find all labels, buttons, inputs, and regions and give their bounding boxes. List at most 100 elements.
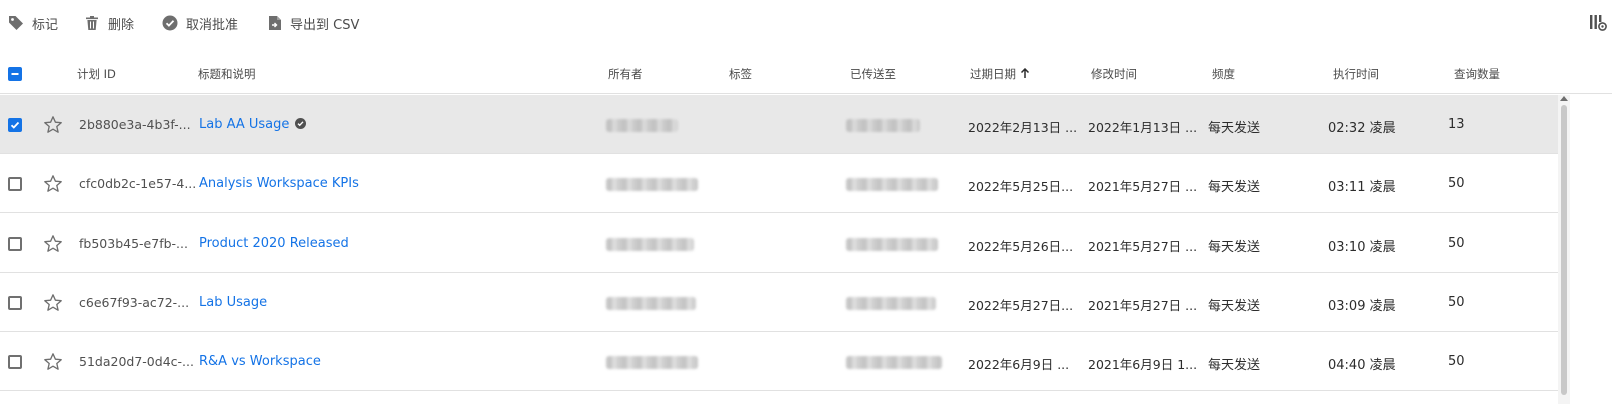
select-all-checkbox[interactable]	[8, 67, 22, 81]
row-run-time: 04:40 凌晨	[1328, 358, 1396, 374]
table-row[interactable]: c6e67f93-ac72-... Lab Usage 2022年5月27日... 2…	[0, 272, 1566, 332]
row-plan-id: cfc0db2c-1e57-4...	[79, 176, 197, 192]
row-title-link[interactable]: Product 2020 Released	[199, 236, 349, 251]
star-icon[interactable]	[43, 352, 63, 372]
row-run-time: 03:11 凌晨	[1328, 180, 1396, 196]
row-title-text: R&A vs Workspace	[199, 354, 321, 370]
column-header-run-time[interactable]: 执行时间	[1333, 66, 1379, 82]
row-checkbox[interactable]	[8, 177, 22, 192]
row-sent-to-redacted	[846, 237, 938, 251]
tag-icon	[9, 16, 23, 30]
row-owner-redacted	[606, 119, 678, 132]
row-title-text: Lab AA Usage	[199, 117, 290, 132]
row-expires: 2022年5月25日...	[968, 179, 1074, 195]
row-checkbox[interactable]	[8, 355, 22, 370]
row-modified: 2021年6月9日 1...	[1088, 357, 1198, 373]
row-sent-to-redacted	[846, 356, 942, 370]
row-plan-id: 51da20d7-0d4c-...	[79, 354, 194, 370]
row-checkbox[interactable]	[8, 295, 22, 310]
column-settings-icon	[1590, 15, 1607, 31]
row-plan-id: fb503b45-e7fb-...	[79, 235, 188, 251]
star-icon[interactable]	[43, 234, 63, 254]
sort-ascending-icon	[1020, 68, 1030, 78]
column-header-queries[interactable]: 查询数量	[1454, 66, 1500, 82]
column-header-id[interactable]: 计划 ID	[77, 66, 116, 82]
row-modified: 2021年5月27日 ...	[1088, 297, 1198, 313]
row-checkbox[interactable]	[8, 118, 22, 132]
file-export-icon	[269, 16, 281, 30]
tag-button[interactable]: 标记	[8, 12, 58, 34]
row-owner-redacted	[606, 178, 698, 192]
column-settings-button[interactable]	[1588, 12, 1612, 34]
scrollbar-thumb[interactable]	[1561, 105, 1567, 395]
row-plan-id: 2b880e3a-4b3f-...	[79, 117, 191, 132]
row-title-text: Analysis Workspace KPIs	[199, 176, 359, 192]
star-icon[interactable]	[43, 115, 63, 135]
checkmark-icon	[10, 121, 20, 129]
star-icon[interactable]	[43, 293, 63, 313]
row-query-count: 50	[1448, 294, 1465, 310]
row-run-time: 03:09 凌晨	[1328, 298, 1396, 314]
row-query-count: 50	[1448, 176, 1465, 192]
row-frequency: 每天发送	[1208, 298, 1261, 314]
table-row[interactable]: 51da20d7-0d4c-... R&A vs Workspace 2022年6月…	[0, 332, 1566, 392]
row-title-link[interactable]: Lab AA Usage	[199, 117, 307, 132]
row-query-count: 50	[1448, 235, 1465, 251]
row-expires: 2022年5月27日...	[968, 297, 1074, 313]
row-query-count: 50	[1448, 354, 1465, 370]
checkmark-circle-icon	[162, 15, 178, 31]
row-plan-id: c6e67f93-ac72-...	[79, 294, 190, 310]
column-header-title[interactable]: 标题和说明	[198, 66, 256, 82]
row-modified: 2021年5月27日 ...	[1088, 179, 1198, 195]
delete-button-label: 删除	[108, 17, 135, 33]
star-icon[interactable]	[43, 174, 63, 194]
row-title-link[interactable]: R&A vs Workspace	[199, 354, 321, 369]
row-title-text: Lab Usage	[199, 294, 268, 310]
unapprove-button-label: 取消批准	[186, 17, 239, 33]
export-csv-button-label: 导出到 CSV	[290, 17, 360, 33]
row-owner-redacted	[606, 356, 698, 370]
column-header-expires-label: 过期日期	[970, 67, 1016, 81]
row-modified: 2022年1月13日 ...	[1088, 120, 1198, 135]
row-expires: 2022年5月26日...	[968, 238, 1074, 254]
row-run-time: 03:10 凌晨	[1328, 239, 1396, 255]
export-csv-button[interactable]: 导出到 CSV	[268, 12, 359, 34]
column-header-modified[interactable]: 修改时间	[1091, 66, 1137, 82]
row-owner-redacted	[606, 237, 694, 251]
table-row[interactable]: fb503b45-e7fb-... Product 2020 Released 20…	[0, 213, 1566, 273]
trash-icon	[86, 16, 98, 30]
table-row[interactable]: 2b880e3a-4b3f-... Lab AA Usage 2022年2月13日 …	[0, 95, 1566, 154]
row-expires: 2022年2月13日 ...	[968, 120, 1078, 135]
row-title-link[interactable]: Lab Usage	[199, 295, 267, 310]
row-modified: 2021年5月27日 ...	[1088, 238, 1198, 254]
column-header-tags[interactable]: 标签	[729, 66, 752, 82]
column-header-frequency[interactable]: 频度	[1212, 66, 1235, 82]
column-header-owner[interactable]: 所有者	[608, 66, 643, 82]
scrollbar[interactable]	[1558, 95, 1570, 404]
row-frequency: 每天发送	[1208, 358, 1261, 374]
row-expires: 2022年6月9日 ...	[968, 357, 1070, 373]
table-header: 计划 ID 标题和说明 所有者 标签 已传送至 过期日期 修改时间 频度 执行时…	[0, 52, 1612, 94]
unapprove-button[interactable]: 取消批准	[162, 12, 238, 34]
row-frequency: 每天发送	[1208, 121, 1261, 136]
row-sent-to-redacted	[846, 178, 938, 192]
indeterminate-icon	[11, 73, 19, 75]
row-frequency: 每天发送	[1208, 239, 1261, 255]
toolbar: 标记 删除 取消批准 导出到 CSV	[0, 0, 1612, 46]
row-sent-to-redacted	[846, 296, 936, 310]
row-sent-to-redacted	[846, 119, 920, 132]
row-frequency: 每天发送	[1208, 180, 1261, 196]
column-header-sent-to[interactable]: 已传送至	[850, 66, 896, 82]
row-owner-redacted	[606, 296, 696, 310]
row-query-count: 13	[1448, 117, 1465, 132]
row-title-text: Product 2020 Released	[199, 235, 349, 251]
row-checkbox[interactable]	[8, 236, 22, 251]
column-header-expires[interactable]: 过期日期	[970, 66, 1030, 82]
scroll-up-arrow-icon[interactable]	[1560, 96, 1568, 101]
delete-button[interactable]: 删除	[84, 12, 134, 34]
tag-button-label: 标记	[32, 17, 59, 33]
row-run-time: 02:32 凌晨	[1328, 121, 1396, 136]
approved-icon	[295, 118, 307, 129]
table-row[interactable]: cfc0db2c-1e57-4... Analysis Workspace KPI…	[0, 154, 1566, 214]
row-title-link[interactable]: Analysis Workspace KPIs	[199, 176, 359, 191]
